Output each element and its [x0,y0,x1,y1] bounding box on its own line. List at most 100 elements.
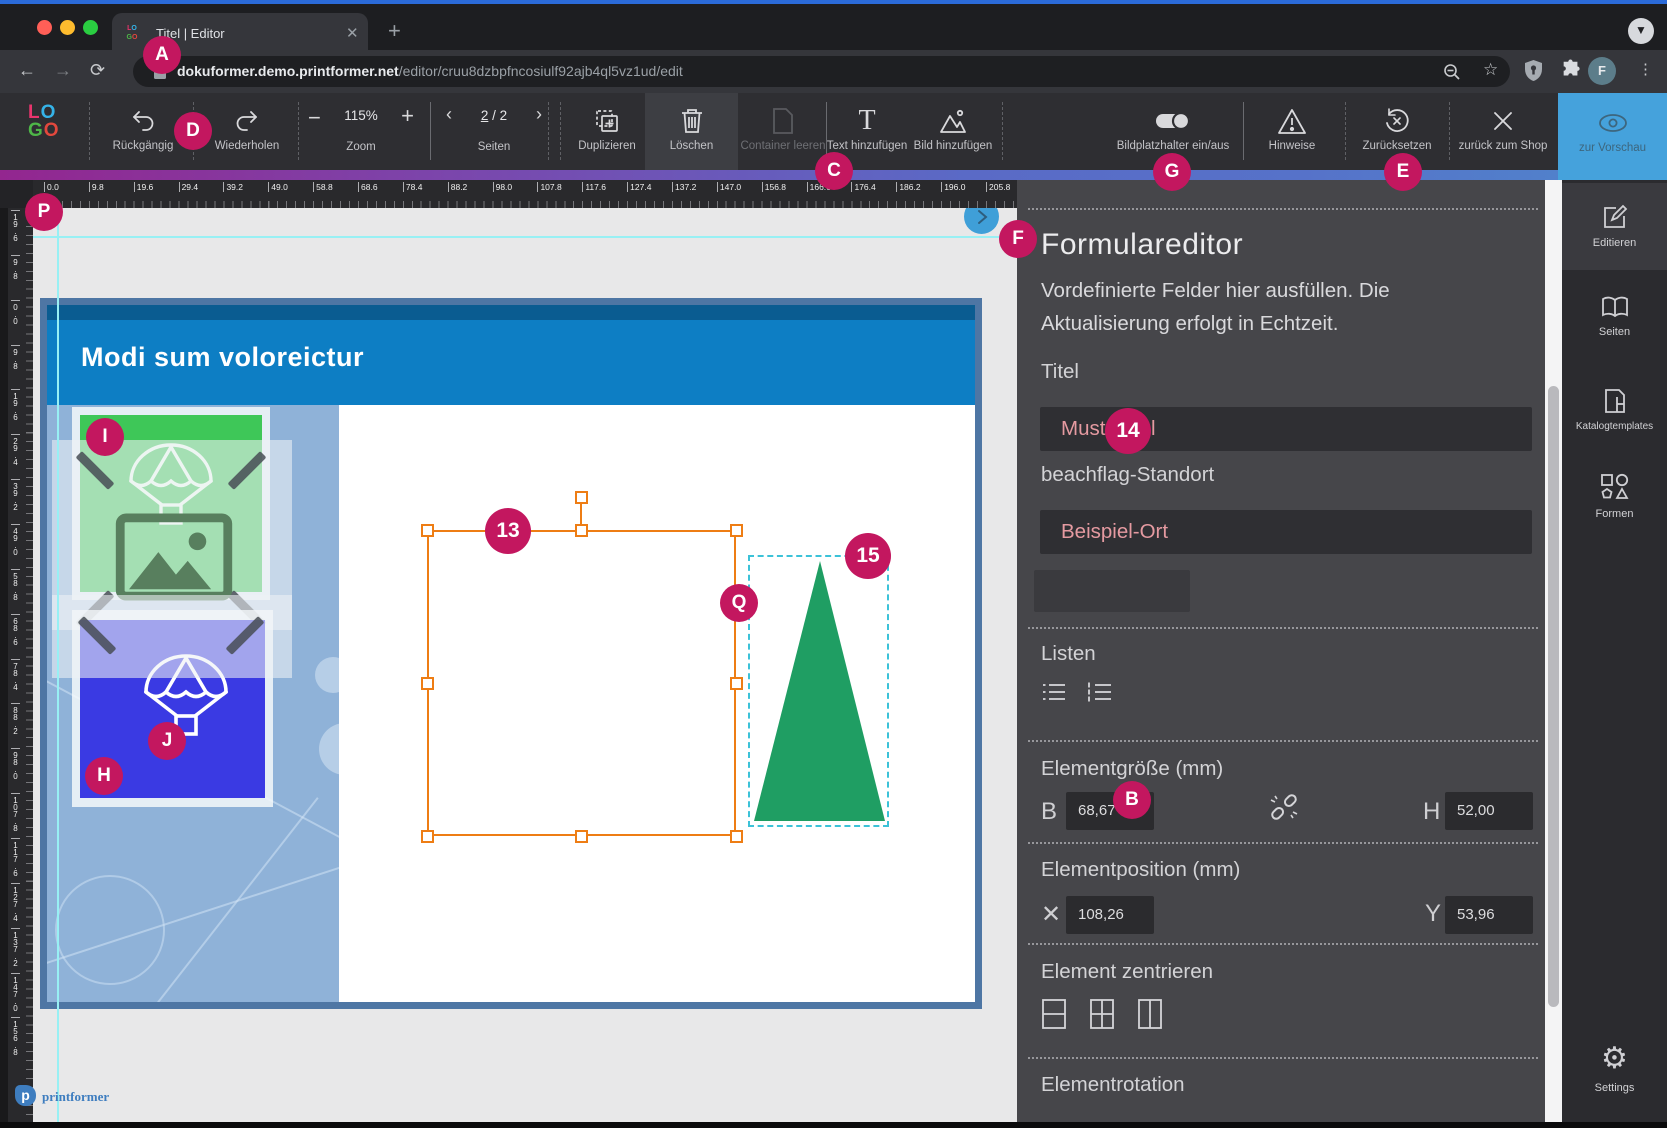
next-page-icon[interactable]: › [536,104,542,125]
center-vertical-icon[interactable] [1041,998,1067,1030]
element-size-label: Elementgröße (mm) [1041,757,1223,781]
shop-logo: LO GO [28,104,60,140]
sidebar-item-settings[interactable]: ⚙ Settings [1562,1025,1667,1112]
hints-button[interactable]: Hinweise [1242,93,1342,170]
printformer-wordmark: printformer [42,1089,109,1105]
printformer-logo-icon: p [15,1085,36,1106]
sidebar-item-katalogtemplates[interactable]: Katalogtemplates [1562,366,1667,453]
annotation-badge-F: F [999,220,1037,258]
element-center-label: Element zentrieren [1041,960,1213,984]
tab-close-icon[interactable]: ✕ [346,24,359,42]
resize-handle-n[interactable] [575,524,588,537]
annotation-badge-G: G [1153,153,1191,191]
url-field[interactable]: dokuformer.demo.printformer.net/editor/c… [133,56,1510,87]
toggle-on-icon [1155,105,1191,137]
zoom-in-button[interactable]: + [401,103,414,129]
window-close-button[interactable] [37,20,52,35]
profile-avatar[interactable]: F [1588,57,1616,85]
empty-field-box[interactable] [1034,570,1190,612]
annotation-badge-H: H [85,757,123,795]
tab-strip: LO GO Titel | Editor ✕ + ▼ [0,4,1667,50]
panel-scrollbar[interactable] [1545,180,1562,1122]
annotation-badge-P: P [25,193,63,231]
annotation-badge-A: A [143,36,181,74]
zoom-group: − 115% + Zoom [296,93,426,170]
height-letter: H [1423,798,1440,826]
resize-handle-w[interactable] [421,677,434,690]
new-tab-button[interactable]: + [388,18,401,44]
form-editor-panel: Formulareditor Vordefinierte Felder hier… [1017,180,1545,1122]
resize-handle-ne[interactable] [730,524,743,537]
delete-button[interactable]: Löschen [645,93,738,170]
forward-icon[interactable]: → [54,60,72,81]
divider [1028,842,1538,844]
right-sidebar: Editieren Seiten Katalogtemplates Formen… [1562,180,1667,1122]
beachflag-input[interactable]: Beispiel-Ort [1040,510,1532,554]
reload-icon[interactable]: ⟳ [90,60,105,81]
page-indicator: 2 / 2 [438,108,550,123]
numbered-list-icon[interactable] [1087,680,1113,704]
resize-handle-nw[interactable] [421,524,434,537]
annotation-badge-D: D [174,112,212,150]
y-position-input[interactable]: 53,96 [1445,896,1533,934]
triangle-shape[interactable] [751,558,887,824]
annotation-badge-E: E [1384,153,1422,191]
drag-mark-icon [78,616,117,655]
empty-container-icon [772,105,794,137]
back-to-shop-button[interactable]: zurück zum Shop [1448,93,1558,170]
bookmark-star-icon[interactable]: ☆ [1483,60,1498,80]
annotation-badge-13: 13 [485,508,531,554]
add-text-icon: T [858,105,875,137]
rotation-handle[interactable] [575,491,588,504]
browser-menu-icon[interactable]: ⋮ [1638,60,1653,78]
redo-icon [234,105,260,137]
center-both-icon[interactable] [1089,998,1115,1030]
link-broken-icon[interactable] [1267,790,1301,824]
duplicate-button[interactable]: Duplizieren [557,93,657,170]
page-title[interactable]: Modi sum voloreictur [81,342,364,373]
window-maximize-button[interactable] [83,20,98,35]
undo-icon [130,105,156,137]
gear-icon: ⚙ [1601,1043,1628,1075]
height-input[interactable]: 52,00 [1445,792,1533,830]
field-label-beachflag: beachflag-Standort [1041,463,1214,487]
back-icon[interactable]: ← [18,60,36,81]
sidebar-item-seiten[interactable]: Seiten [1562,273,1667,360]
address-bar: ← → ⟳ dokuformer.demo.printformer.net/ed… [0,50,1667,93]
annotation-badge-15: 15 [845,533,891,579]
password-shield-icon[interactable] [1524,59,1543,82]
extensions-puzzle-icon[interactable] [1560,59,1582,81]
center-horizontal-icon[interactable] [1137,998,1163,1030]
placeholder-drag-overlay[interactable] [52,595,292,678]
preview-button[interactable]: zur Vorschau [1558,93,1667,180]
design-canvas[interactable]: Modi sum voloreictur [33,208,1017,1122]
duplicate-icon [593,105,621,137]
panel-collapse-button[interactable] [964,208,999,234]
zoom-page-icon[interactable] [1443,63,1461,81]
bullet-list-icon[interactable] [1041,680,1067,704]
vertical-ruler: 19.69.80.09.819.629.439.249.058.868.678.… [8,208,33,1122]
annotation-badge-Q: Q [720,584,758,622]
page-header[interactable]: Modi sum voloreictur [47,320,975,405]
resize-handle-sw[interactable] [421,830,434,843]
selected-element-frame[interactable] [427,530,736,836]
application-window: LO GO Titel | Editor ✕ + ▼ ← → ⟳ dokufor… [0,0,1667,1128]
panel-title: Formulareditor [1041,228,1243,262]
x-position-input[interactable]: 108,26 [1066,896,1154,934]
divider [1028,208,1538,210]
scrollbar-thumb[interactable] [1548,386,1559,1007]
drag-mark-icon [76,451,115,490]
divider [1028,943,1538,945]
redo-button[interactable]: Wiederholen [197,93,297,170]
sidebar-item-editieren[interactable]: Editieren [1562,183,1667,270]
add-image-button[interactable]: Bild hinzufügen [903,93,1003,170]
sidebar-item-formen[interactable]: Formen [1562,453,1667,540]
tab-favicon-logo: LO GO [122,24,142,44]
resize-handle-e[interactable] [730,677,743,690]
resize-handle-s[interactable] [575,830,588,843]
downloads-icon[interactable]: ▼ [1628,18,1654,44]
resize-handle-se[interactable] [730,830,743,843]
window-minimize-button[interactable] [60,20,75,35]
lists-label: Listen [1041,642,1096,666]
horizontal-ruler: 0.09.819.629.439.249.058.868.678.488.298… [33,180,1017,208]
